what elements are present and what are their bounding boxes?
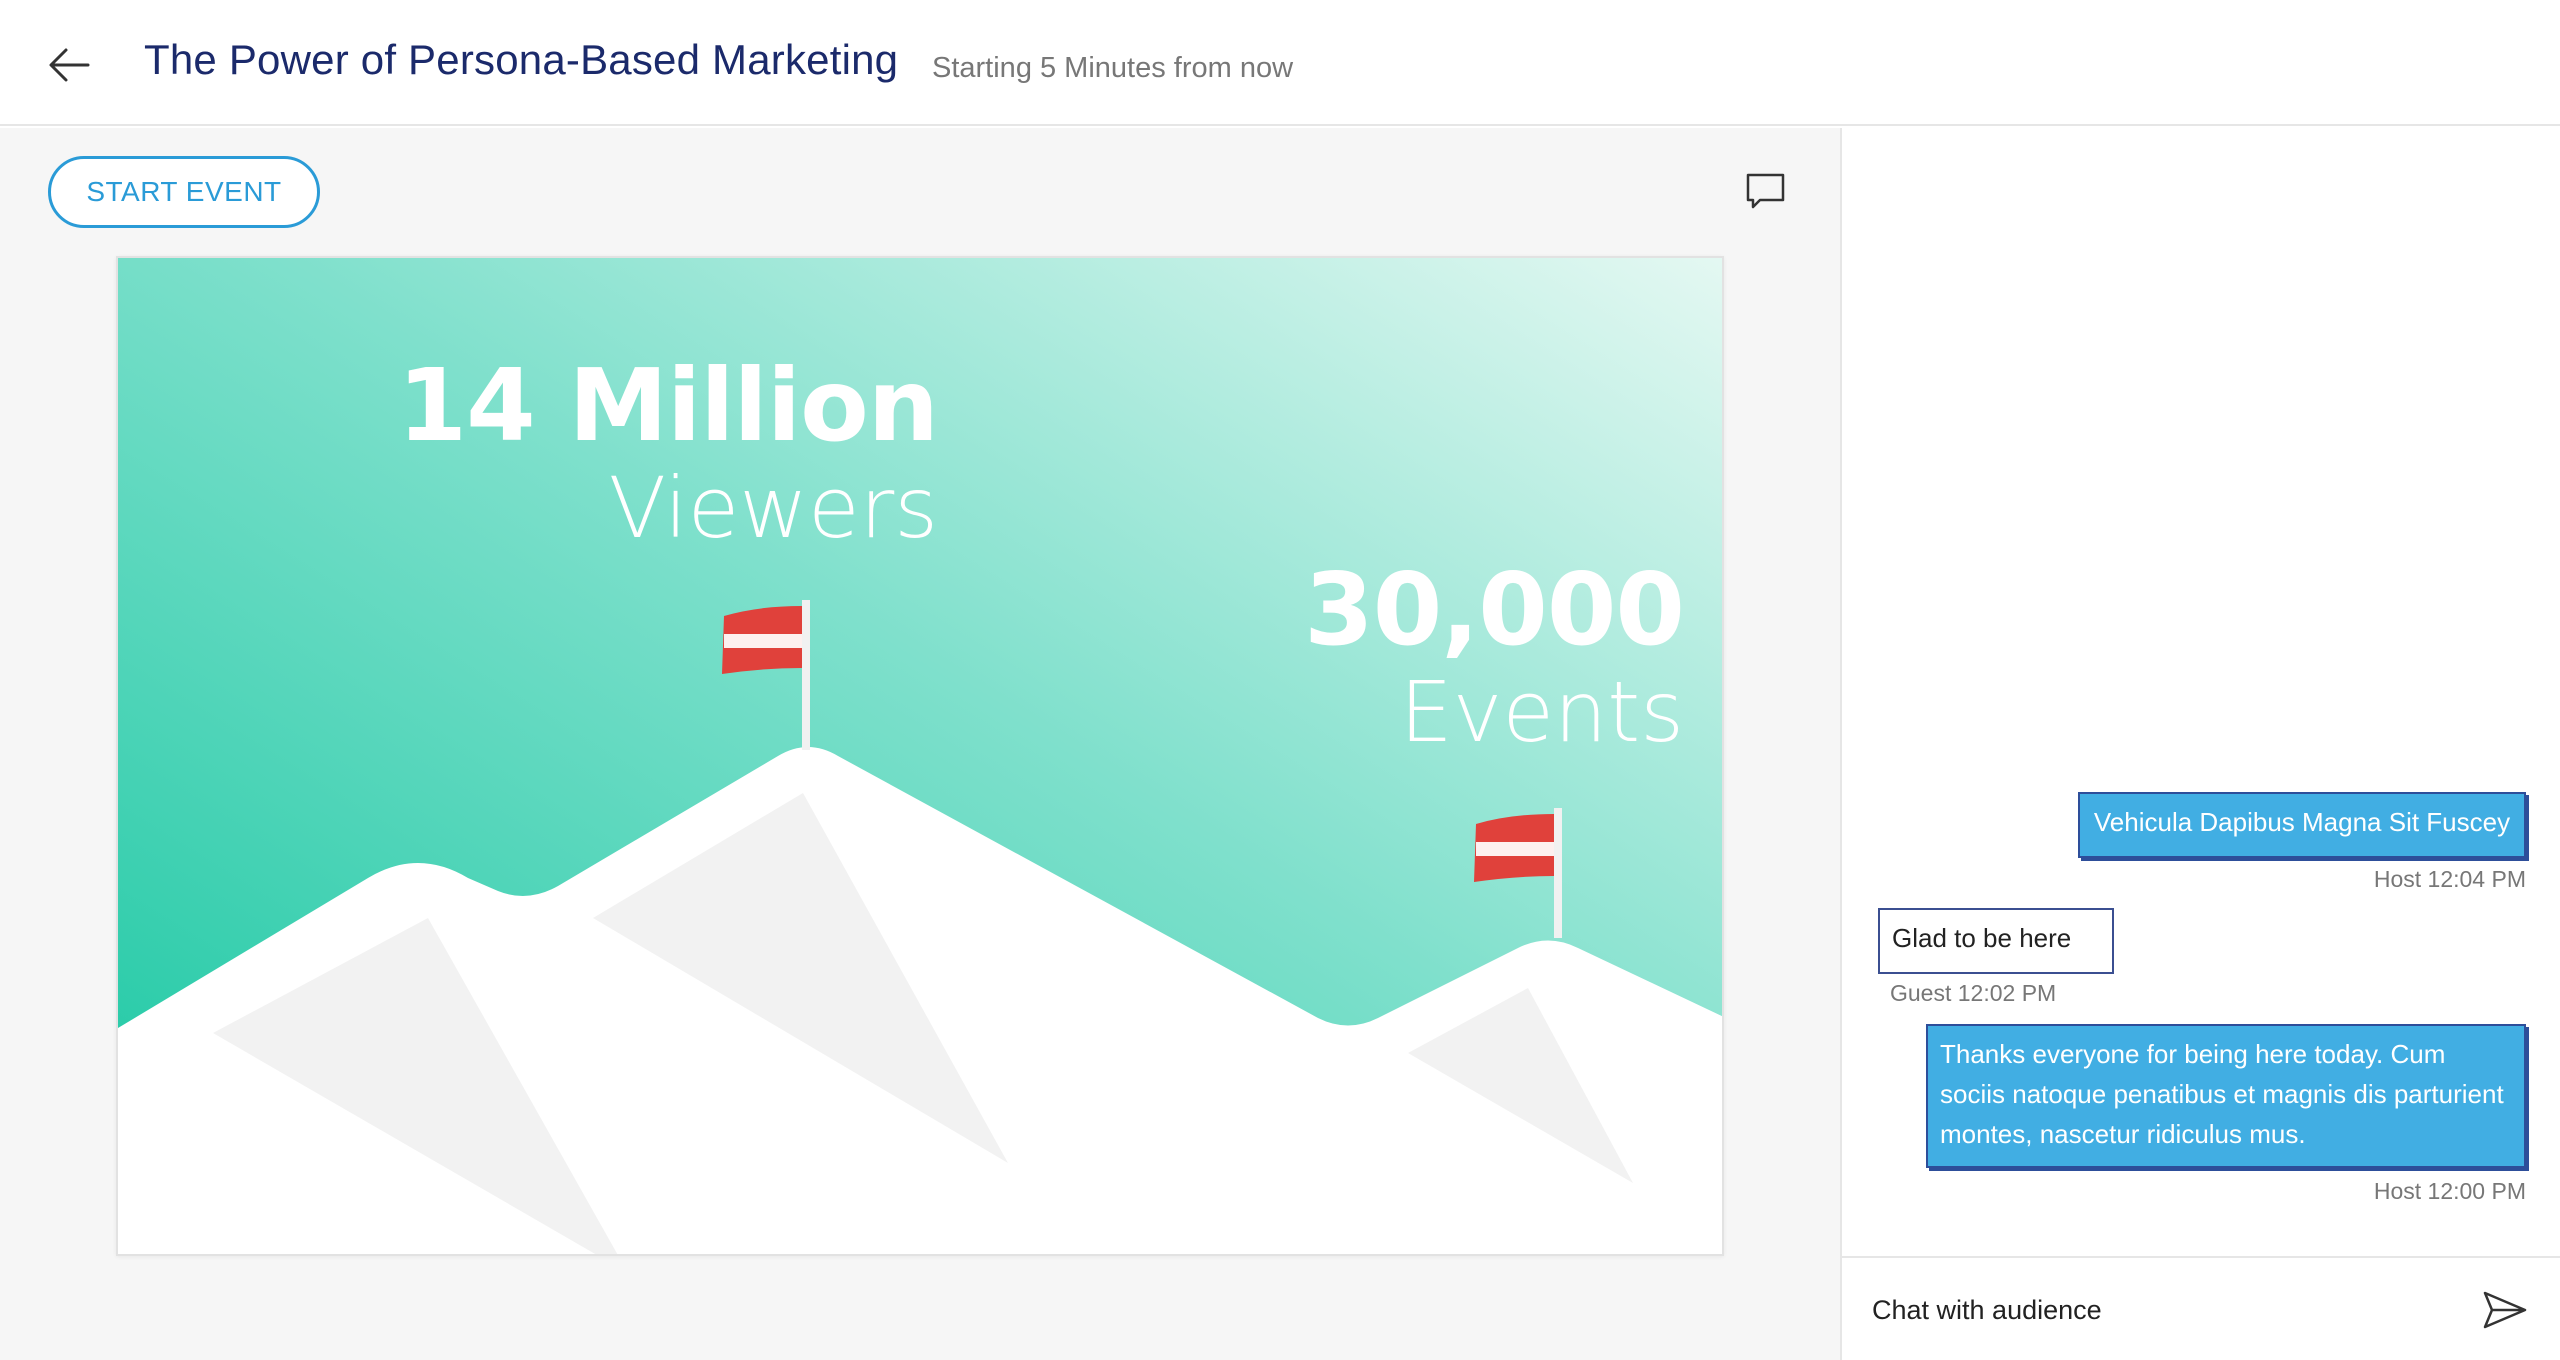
presentation-slide: 14 Million Viewers 30,000 Events: [116, 256, 1724, 1256]
page-title: The Power of Persona-Based Marketing: [144, 36, 899, 83]
header-bar: The Power of Persona-Based Marketing Sta…: [0, 0, 2560, 126]
chat-message-text: Glad to be here: [1892, 923, 2072, 953]
chat-input[interactable]: [1872, 1288, 2432, 1332]
stat-events-label: Events: [1399, 663, 1684, 761]
comment-icon[interactable]: [1744, 170, 1788, 214]
chat-message-guest: Glad to be here: [1878, 908, 2114, 974]
chat-message-meta: Guest 12:02 PM: [1890, 980, 2057, 1006]
send-icon[interactable]: [2482, 1290, 2528, 1330]
stat-viewers-label: Viewers: [608, 459, 938, 557]
chat-message-host: Vehicula Dapibus Magna Sit Fuscey: [2078, 792, 2526, 858]
start-event-button[interactable]: START EVENT: [48, 156, 320, 228]
presentation-pane: START EVENT 14 Million Viewers 30,000 Ev…: [0, 128, 1840, 1360]
chat-message-meta: Host 12:00 PM: [2373, 1178, 2526, 1204]
chat-message-host: Thanks everyone for being here today. Cu…: [1926, 1024, 2526, 1168]
stat-events-value: 30,000: [1304, 551, 1685, 668]
chat-panel: Vehicula Dapibus Magna Sit Fuscey Host 1…: [1840, 128, 2560, 1360]
back-arrow-icon[interactable]: [44, 40, 94, 90]
chat-message-meta: Host 12:04 PM: [2373, 866, 2526, 892]
chat-message-text: Thanks everyone for being here today. Cu…: [1940, 1039, 2504, 1149]
event-status: Starting 5 Minutes from now: [932, 52, 1294, 84]
chat-input-bar: [1842, 1256, 2560, 1360]
stat-viewers-value: 14 Million: [397, 347, 940, 464]
chat-message-text: Vehicula Dapibus Magna Sit Fuscey: [2093, 807, 2511, 837]
